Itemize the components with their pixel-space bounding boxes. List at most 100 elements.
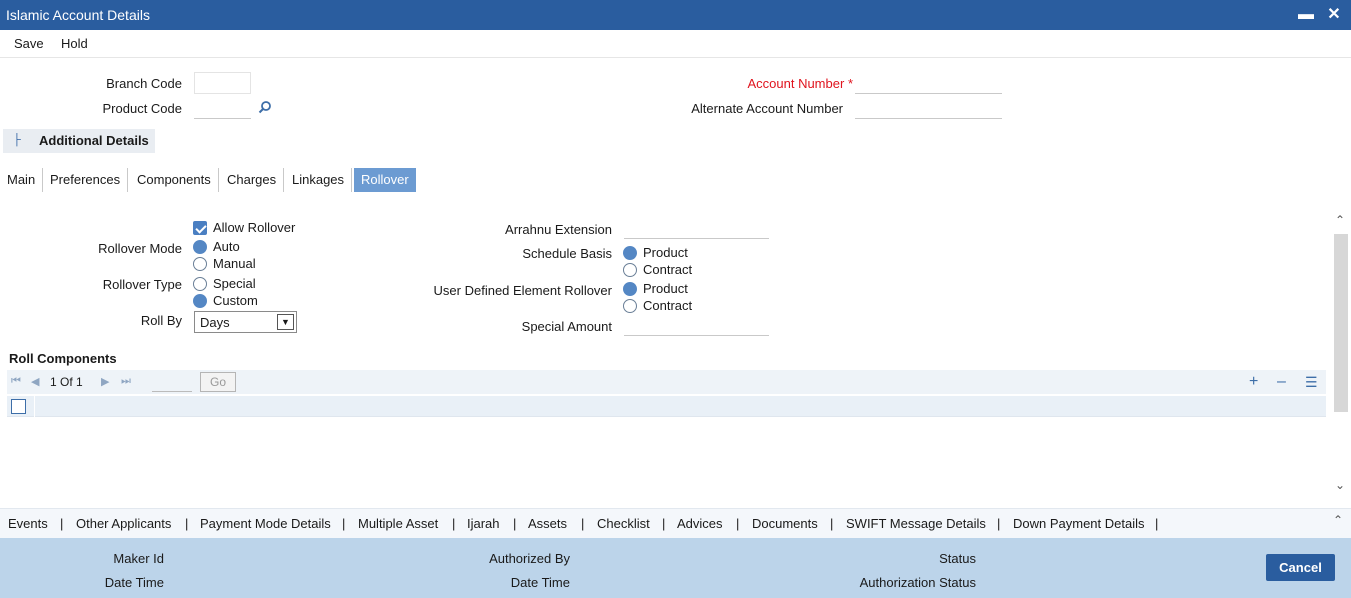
single-record-view-icon[interactable]: ☰: [1305, 374, 1318, 391]
date-time-label: Date Time: [104, 575, 164, 590]
link-separator: |: [736, 516, 740, 531]
rollover-mode-label: Rollover Mode: [98, 241, 182, 256]
cancel-button[interactable]: Cancel: [1266, 554, 1335, 581]
link-separator: |: [997, 516, 1001, 531]
alternate-account-number-field[interactable]: [855, 97, 1002, 119]
rollover-type-special-radio[interactable]: [193, 277, 207, 291]
title-bar: Islamic Account Details ▬ ✕: [0, 0, 1351, 30]
roll-by-select[interactable]: Days ▼: [194, 311, 297, 333]
arrahnu-extension-field[interactable]: [624, 217, 769, 239]
branch-code-field[interactable]: [194, 72, 251, 94]
link-swift-message-details[interactable]: SWIFT Message Details: [846, 516, 986, 531]
tab-components[interactable]: Components: [130, 168, 219, 192]
account-number-field[interactable]: [855, 72, 1002, 94]
rollover-type-special-label: Special: [213, 276, 256, 291]
menu-bar: Save Hold: [0, 30, 1351, 58]
allow-rollover-label: Allow Rollover: [213, 220, 296, 235]
last-page-icon[interactable]: ⏭: [121, 375, 131, 388]
save-menu-item[interactable]: Save: [14, 36, 44, 51]
grid-toolbar: ⏮ ◀ 1 Of 1 ▶ ⏭ Go + – ☰: [7, 370, 1326, 394]
scrollbar-thumb[interactable]: [1334, 234, 1348, 412]
link-advices[interactable]: Advices: [677, 516, 723, 531]
rollover-type-custom-label: Custom: [213, 293, 258, 308]
additional-details-header[interactable]: ├ Additional Details: [3, 129, 155, 153]
roll-by-value: Days: [200, 315, 230, 330]
link-separator: |: [452, 516, 456, 531]
link-separator: |: [60, 516, 64, 531]
special-amount-field[interactable]: [624, 314, 769, 336]
rollover-mode-auto-label: Auto: [213, 239, 240, 254]
rollover-mode-manual-radio[interactable]: [193, 257, 207, 271]
schedule-basis-product-label: Product: [643, 245, 688, 260]
roll-components-title: Roll Components: [9, 351, 117, 366]
allow-rollover-checkbox[interactable]: [193, 221, 207, 235]
auth-date-time-label: Date Time: [510, 575, 570, 590]
account-number-label: Account Number *: [747, 76, 853, 91]
tab-charges[interactable]: Charges: [220, 168, 285, 192]
audit-footer: Maker Id Date Time Authorized By Date Ti…: [0, 538, 1351, 598]
schedule-basis-contract-label: Contract: [643, 262, 693, 277]
user-defined-element-rollover-label: User Defined Element Rollover: [433, 283, 612, 298]
page-number-input[interactable]: [152, 373, 192, 392]
tab-linkages[interactable]: Linkages: [285, 168, 353, 192]
collapse-icon[interactable]: ├: [13, 134, 21, 146]
status-label: Status: [939, 551, 976, 566]
rollover-type-custom-radio[interactable]: [193, 294, 207, 308]
link-payment-mode-details[interactable]: Payment Mode Details: [200, 516, 331, 531]
vertical-scrollbar[interactable]: ⌃ ⌄: [1333, 203, 1349, 495]
schedule-basis-contract-radio[interactable]: [623, 263, 637, 277]
next-page-icon[interactable]: ▶: [101, 375, 109, 388]
tab-rollover[interactable]: Rollover: [354, 168, 416, 192]
schedule-basis-product-radio[interactable]: [623, 246, 637, 260]
ude-rollover-product-label: Product: [643, 281, 688, 296]
tab-preferences[interactable]: Preferences: [43, 168, 129, 192]
authorized-by-label: Authorized By: [489, 551, 570, 566]
scroll-down-icon[interactable]: ⌄: [1335, 478, 1345, 492]
link-checklist[interactable]: Checklist: [597, 516, 650, 531]
scroll-up-icon[interactable]: ⌃: [1335, 213, 1345, 227]
remove-icon[interactable]: –: [1277, 373, 1286, 391]
column-divider: [34, 396, 35, 417]
roll-by-label: Roll By: [140, 313, 182, 328]
search-icon[interactable]: [258, 100, 272, 114]
close-icon[interactable]: ✕: [1325, 6, 1343, 24]
select-all-checkbox[interactable]: [11, 399, 26, 414]
schedule-basis-label: Schedule Basis: [522, 246, 612, 261]
go-button[interactable]: Go: [200, 372, 236, 392]
hold-menu-item[interactable]: Hold: [61, 36, 88, 51]
link-assets[interactable]: Assets: [528, 516, 567, 531]
product-code-label: Product Code: [102, 101, 183, 116]
link-separator: |: [581, 516, 585, 531]
ude-rollover-product-radio[interactable]: [623, 282, 637, 296]
page-indicator: 1 Of 1: [50, 375, 83, 389]
chevron-down-icon: ▼: [277, 314, 294, 330]
first-page-icon[interactable]: ⏮: [11, 375, 21, 388]
minimize-icon[interactable]: ▬: [1297, 6, 1315, 24]
additional-details-label: Additional Details: [39, 133, 149, 148]
link-multiple-asset[interactable]: Multiple Asset: [358, 516, 438, 531]
product-code-field[interactable]: [194, 97, 251, 119]
link-separator: |: [342, 516, 346, 531]
authorization-status-label: Authorization Status: [859, 575, 976, 590]
link-separator: |: [662, 516, 666, 531]
maker-id-label: Maker Id: [113, 551, 164, 566]
add-icon[interactable]: +: [1249, 373, 1258, 391]
previous-page-icon[interactable]: ◀: [31, 375, 39, 388]
link-documents[interactable]: Documents: [752, 516, 818, 531]
rollover-mode-auto-radio[interactable]: [193, 240, 207, 254]
window-title: Islamic Account Details: [6, 7, 150, 23]
ude-rollover-contract-radio[interactable]: [623, 299, 637, 313]
footer-link-bar: Events | Other Applicants | Payment Mode…: [0, 508, 1351, 538]
rollover-mode-manual-label: Manual: [213, 256, 256, 271]
required-marker: *: [847, 76, 853, 91]
link-other-applicants[interactable]: Other Applicants: [76, 516, 171, 531]
alternate-account-number-label: Alternate Account Number: [691, 101, 843, 116]
ude-rollover-contract-label: Contract: [643, 298, 693, 313]
collapse-up-icon[interactable]: ⌃: [1333, 513, 1343, 527]
link-ijarah[interactable]: Ijarah: [467, 516, 500, 531]
link-separator: |: [830, 516, 834, 531]
tab-main[interactable]: Main: [0, 168, 44, 192]
link-separator: |: [1155, 516, 1159, 531]
link-down-payment-details[interactable]: Down Payment Details: [1013, 516, 1145, 531]
link-events[interactable]: Events: [8, 516, 48, 531]
